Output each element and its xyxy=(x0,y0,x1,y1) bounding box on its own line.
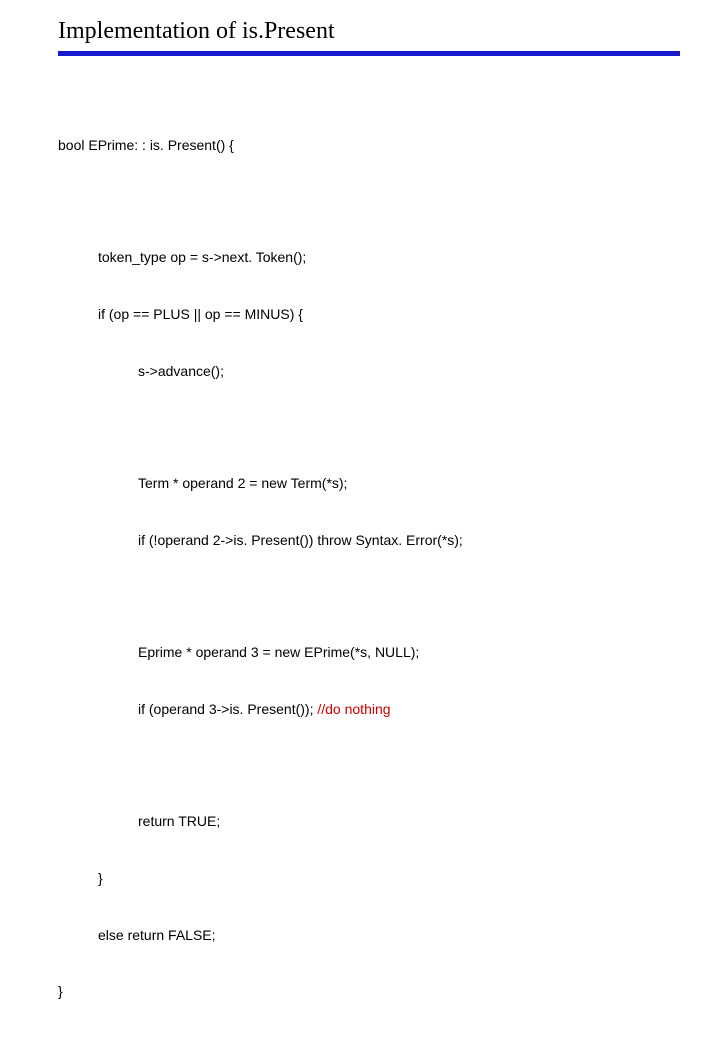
blank-line xyxy=(58,418,680,436)
code-line: s->advance(); xyxy=(58,362,680,381)
slide: Implementation of is.Present bool EPrime… xyxy=(0,0,720,1039)
code-line: Term * operand 2 = new Term(*s); xyxy=(58,474,680,493)
code-line: Eprime * operand 3 = new EPrime(*s, NULL… xyxy=(58,643,680,662)
code-line: if (op == PLUS || op == MINUS) { xyxy=(58,305,680,324)
code-line: } xyxy=(58,869,680,888)
blank-line xyxy=(58,757,680,775)
code-text: if (operand 3->is. Present()); xyxy=(138,701,317,717)
slide-title: Implementation of is.Present xyxy=(58,18,680,45)
code-line: if (!operand 2->is. Present()) throw Syn… xyxy=(58,531,680,550)
code-line: else return FALSE; xyxy=(58,926,680,945)
blank-line xyxy=(58,587,680,605)
code-block: bool EPrime: : is. Present() { token_typ… xyxy=(58,98,680,1039)
code-line: return TRUE; xyxy=(58,812,680,831)
code-line: bool EPrime: : is. Present() { xyxy=(58,136,680,155)
title-underline xyxy=(58,51,680,56)
code-line: } xyxy=(58,982,680,1001)
code-comment: //do nothing xyxy=(317,701,390,717)
blank-line xyxy=(58,192,680,210)
code-line: if (operand 3->is. Present()); //do noth… xyxy=(58,700,680,719)
code-line: token_type op = s->next. Token(); xyxy=(58,248,680,267)
